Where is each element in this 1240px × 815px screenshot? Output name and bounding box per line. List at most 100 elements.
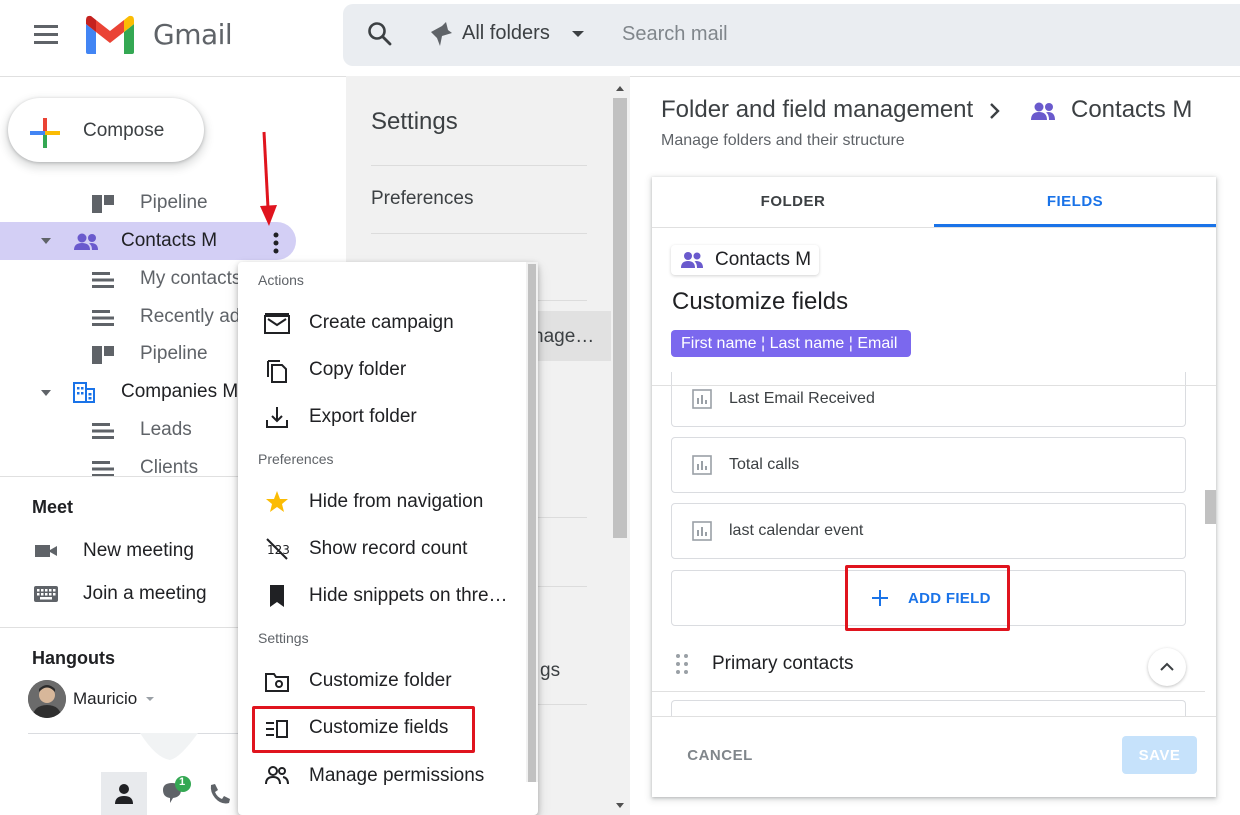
building-icon: [72, 380, 96, 404]
settings-scrollbar-thumb[interactable]: [613, 98, 627, 538]
tab-fields[interactable]: FIELDS: [934, 177, 1216, 227]
hangouts-title: Hangouts: [32, 648, 115, 668]
tab-folder[interactable]: FOLDER: [652, 177, 934, 227]
sidebar-item-leads[interactable]: Leads: [140, 419, 192, 441]
customize-fields-title: Customize fields: [672, 288, 849, 315]
card-scrollbar-thumb[interactable]: [1205, 490, 1216, 524]
menu-item-manage-permissions[interactable]: Manage permissions: [309, 765, 484, 787]
scroll-up-icon[interactable]: [615, 85, 625, 92]
scroll-down-icon[interactable]: [615, 802, 625, 809]
video-camera-icon: [34, 541, 58, 561]
settings-title: Settings: [371, 108, 458, 135]
sidebar-item-companies-m[interactable]: Companies M: [121, 381, 238, 403]
plus-icon: [28, 116, 62, 150]
keyboard-icon: [33, 584, 59, 604]
sidebar-item-contacts-m[interactable]: Contacts M: [121, 230, 217, 252]
settings-divider: [371, 165, 587, 166]
sidebar-item-my-contacts[interactable]: My contacts: [140, 268, 241, 290]
field-label-last-email-received: Last Email Received: [729, 390, 875, 407]
compose-label: Compose: [83, 120, 165, 141]
new-meeting-link[interactable]: New meeting: [83, 540, 194, 562]
board-icon: [91, 343, 115, 367]
folder-filter-icon[interactable]: [428, 20, 454, 48]
field-label-last-calendar-event: last calendar event: [729, 522, 864, 539]
page-title: Folder and field management: [661, 96, 974, 123]
export-icon: [263, 404, 291, 432]
chat-bubble-tail: [140, 733, 200, 763]
main-menu-icon[interactable]: [28, 20, 64, 50]
menu-item-create-campaign[interactable]: Create campaign: [309, 312, 454, 334]
list-icon: [91, 268, 115, 292]
field-row-partial[interactable]: [671, 700, 1186, 716]
app-brand: Gmail: [153, 18, 233, 51]
meet-title: Meet: [32, 497, 74, 517]
save-button[interactable]: SAVE: [1122, 736, 1197, 774]
folder-settings-icon: [263, 668, 291, 696]
chevron-right-icon: [989, 102, 1001, 120]
more-vert-icon[interactable]: [259, 226, 293, 260]
avatar[interactable]: [28, 680, 66, 718]
chevron-up-icon[interactable]: [1148, 648, 1186, 686]
annotation-highlight-add-field: [845, 565, 1010, 631]
menu-section-preferences: Preferences: [258, 451, 334, 467]
chevron-down-icon[interactable]: [145, 696, 155, 702]
hangouts-user-name[interactable]: Mauricio: [73, 689, 137, 709]
copy-icon: [263, 357, 291, 385]
gmail-logo-icon[interactable]: [84, 14, 136, 56]
annotation-arrow: [258, 130, 280, 228]
list-icon: [91, 306, 115, 330]
hangouts-divider: [28, 733, 238, 734]
menu-section-settings: Settings: [258, 630, 309, 646]
sidebar-item-pipeline-2[interactable]: Pipeline: [140, 343, 208, 365]
name-fields-tag[interactable]: First name ¦ Last name ¦ Email: [671, 330, 911, 357]
notification-badge: 1: [179, 776, 186, 788]
tab-phone[interactable]: [199, 772, 238, 815]
search-input[interactable]: [612, 16, 1212, 52]
caret-down-icon[interactable]: [40, 237, 52, 245]
caret-down-icon[interactable]: [40, 389, 52, 397]
drag-handle-icon[interactable]: [674, 652, 690, 676]
contacts-icon: [1029, 100, 1057, 122]
settings-item-folder-management[interactable]: nage…: [533, 326, 594, 348]
contacts-icon: [72, 230, 100, 254]
menu-item-export-folder[interactable]: Export folder: [309, 406, 417, 428]
card-footer-divider: [652, 716, 1216, 717]
field-group-label: Primary contacts: [712, 653, 854, 674]
number-field-icon: [691, 520, 713, 542]
chevron-down-icon[interactable]: [570, 29, 586, 39]
hide-count-icon: 123: [263, 535, 291, 563]
menu-item-customize-folder[interactable]: Customize folder: [309, 670, 452, 692]
tab-chat[interactable]: 1: [150, 772, 196, 815]
cancel-button[interactable]: CANCEL: [676, 736, 764, 774]
tab-contacts[interactable]: [101, 772, 147, 815]
card-header-divider-overlay: [652, 385, 1216, 386]
field-label-total-calls: Total calls: [729, 456, 800, 473]
menu-item-copy-folder[interactable]: Copy folder: [309, 359, 406, 381]
sidebar-item-pipeline[interactable]: Pipeline: [140, 192, 208, 214]
search-icon[interactable]: [366, 20, 394, 48]
board-icon: [91, 192, 115, 216]
settings-divider: [371, 233, 587, 234]
folder-filter-label[interactable]: All folders: [462, 22, 550, 45]
campaign-icon: [263, 310, 291, 338]
manage-permissions-icon: [263, 762, 291, 790]
list-icon: [91, 419, 115, 443]
number-field-icon: [691, 388, 713, 410]
bookmark-icon: [263, 582, 291, 610]
settings-item-preferences[interactable]: Preferences: [371, 188, 473, 210]
number-field-icon: [691, 454, 713, 476]
join-meeting-link[interactable]: Join a meeting: [83, 583, 207, 605]
menu-item-hide-from-navigation[interactable]: Hide from navigation: [309, 491, 483, 513]
menu-section-actions: Actions: [258, 272, 304, 288]
star-icon: [263, 488, 291, 516]
folder-chip-label: Contacts M: [715, 249, 812, 270]
breadcrumb-current[interactable]: Contacts M: [1071, 96, 1192, 124]
contacts-icon: [679, 250, 705, 270]
tab-divider: [652, 227, 1216, 228]
page-subtitle: Manage folders and their structure: [661, 132, 905, 149]
menu-item-hide-snippets[interactable]: Hide snippets on thre…: [309, 585, 508, 607]
annotation-highlight-customize-fields: [252, 706, 475, 753]
menu-item-show-record-count[interactable]: Show record count: [309, 538, 467, 560]
menu-scrollbar-thumb[interactable]: [528, 264, 536, 782]
settings-item-clipped[interactable]: gs: [540, 660, 560, 682]
